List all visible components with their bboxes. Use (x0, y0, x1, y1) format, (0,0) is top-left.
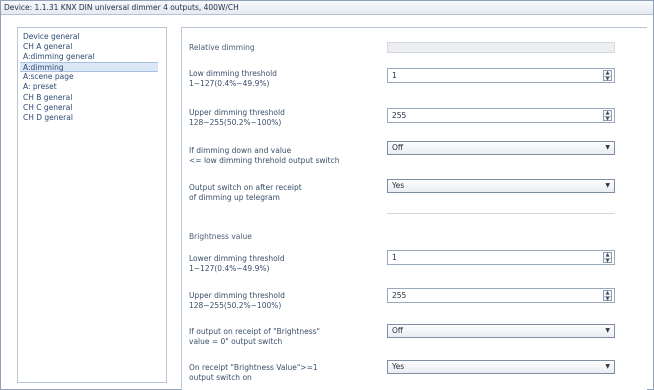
spin-down-icon[interactable]: ▼ (604, 296, 611, 302)
sidebar-item-a-preset[interactable]: A: preset (18, 82, 166, 92)
upper-threshold-label-line1: Upper dimming threshold (189, 108, 285, 117)
dropdown-arrow-icon: ▼ (605, 144, 610, 151)
upper-threshold-label-line2: 128~255(50.2%~100%) (189, 118, 282, 127)
relative-dimming-header-bar (387, 42, 615, 53)
dim-down-switch-select[interactable]: Off ▼ (387, 141, 615, 155)
dropdown-arrow-icon: ▼ (605, 327, 610, 334)
upper-threshold-2-value: 255 (392, 291, 407, 300)
output-switch-on-select[interactable]: Yes ▼ (387, 179, 615, 193)
dim-down-switch-label-line1: If dimming down and value (189, 146, 292, 155)
brightness-zero-switch-select[interactable]: Off ▼ (387, 324, 615, 338)
low-threshold-input[interactable]: 1 ▲ ▼ (387, 68, 615, 83)
brightness-ge1-switch-label-line1: On receipt "Brightness Value">=1 (189, 363, 318, 372)
spin-down-icon[interactable]: ▼ (604, 116, 611, 122)
lower-threshold-label-line2: 1~127(0.4%~49.9%) (189, 264, 270, 273)
sidebar-item-ch-b-general[interactable]: CH B general (18, 93, 166, 103)
relative-dimming-heading: Relative dimming (189, 43, 255, 52)
brightness-zero-switch-label: If output on receipt of "Brightness" val… (189, 327, 320, 347)
brightness-ge1-switch-label: On receipt "Brightness Value">=1 output … (189, 363, 318, 383)
lower-threshold-label: Lower dimming threshold 1~127(0.4%~49.9%… (189, 254, 285, 274)
brightness-value-heading: Brightness value (189, 232, 252, 241)
device-parameter-window: Device: 1.1.31 KNX DIN universal dimmer … (0, 0, 654, 390)
dropdown-arrow-icon: ▼ (605, 363, 610, 370)
brightness-ge1-switch-label-line2: output switch on (189, 373, 252, 382)
brightness-ge1-switch-value: Yes (392, 362, 405, 371)
upper-threshold-2-label-line1: Upper dimming threshold (189, 291, 285, 300)
lower-threshold-label-line1: Lower dimming threshold (189, 254, 285, 263)
output-switch-on-label-line2: of dimming up telegram (189, 193, 280, 202)
spin-down-icon[interactable]: ▼ (604, 258, 611, 264)
dim-down-switch-label: If dimming down and value <= low dimming… (189, 146, 339, 166)
parameter-sidebar: Device general CH A general A:dimming ge… (17, 27, 167, 383)
lower-threshold-input[interactable]: 1 ▲ ▼ (387, 250, 615, 265)
upper-threshold-2-spinner[interactable]: ▲ ▼ (603, 290, 612, 302)
low-threshold-value: 1 (392, 71, 397, 80)
upper-threshold-2-input[interactable]: 255 ▲ ▼ (387, 288, 615, 303)
brightness-zero-switch-label-line1: If output on receipt of "Brightness" (189, 327, 320, 336)
upper-threshold-spinner[interactable]: ▲ ▼ (603, 110, 612, 122)
dropdown-arrow-icon: ▼ (605, 182, 610, 189)
brightness-zero-switch-label-line2: value = 0" output switch (189, 337, 283, 346)
dim-down-switch-label-line2: <= low dimming threhold output switch (189, 156, 340, 165)
section-divider (387, 213, 615, 214)
sidebar-item-ch-d-general[interactable]: CH D general (18, 113, 166, 123)
lower-threshold-spinner[interactable]: ▲ ▼ (603, 252, 612, 264)
low-threshold-label-line2: 1~127(0.4%~49.9%) (189, 79, 270, 88)
sidebar-item-a-dimming-general[interactable]: A:dimming general (18, 52, 166, 62)
low-threshold-label: Low dimming threshold 1~127(0.4%~49.9%) (189, 69, 277, 89)
upper-threshold-value: 255 (392, 111, 407, 120)
sidebar-item-a-scene-page[interactable]: A:scene page (18, 72, 166, 82)
dim-down-switch-value: Off (392, 143, 404, 152)
upper-threshold-2-label-line2: 128~255(50.2%~100%) (189, 301, 282, 310)
brightness-ge1-switch-select[interactable]: Yes ▼ (387, 360, 615, 374)
low-threshold-spinner[interactable]: ▲ ▼ (603, 70, 612, 82)
window-title: Device: 1.1.31 KNX DIN universal dimmer … (1, 1, 653, 15)
upper-threshold-label: Upper dimming threshold 128~255(50.2%~10… (189, 108, 285, 128)
upper-threshold-2-label: Upper dimming threshold 128~255(50.2%~10… (189, 291, 285, 311)
low-threshold-label-line1: Low dimming threshold (189, 69, 277, 78)
sidebar-item-a-dimming[interactable]: A:dimming (20, 62, 158, 73)
parameter-panel: Relative dimming Low dimming threshold 1… (181, 27, 647, 390)
sidebar-item-ch-a-general[interactable]: CH A general (18, 42, 166, 52)
sidebar-item-ch-c-general[interactable]: CH C general (18, 103, 166, 113)
output-switch-on-label-line1: Output switch on after receipt (189, 183, 302, 192)
sidebar-item-device-general[interactable]: Device general (18, 32, 166, 42)
output-switch-on-label: Output switch on after receipt of dimmin… (189, 183, 302, 203)
brightness-zero-switch-value: Off (392, 326, 404, 335)
spin-down-icon[interactable]: ▼ (604, 76, 611, 82)
upper-threshold-input[interactable]: 255 ▲ ▼ (387, 108, 615, 123)
lower-threshold-value: 1 (392, 253, 397, 262)
output-switch-on-value: Yes (392, 181, 405, 190)
